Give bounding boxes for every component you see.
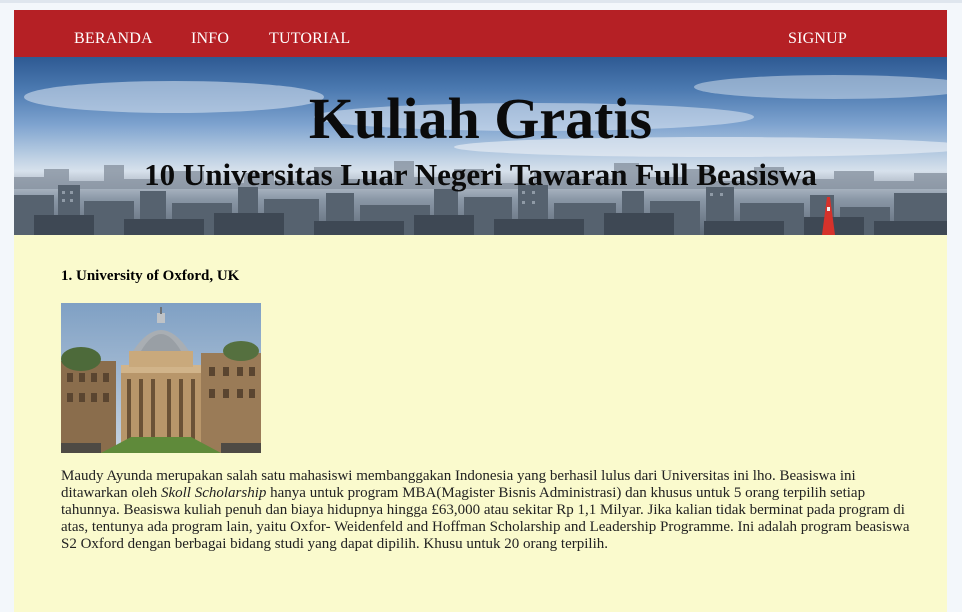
article-body: Maudy Ayunda merupakan salah satu mahasi…: [61, 468, 911, 553]
top-navbar: BERANDA INFO TUTORIAL SIGNUP: [14, 10, 947, 57]
article-section: 1. University of Oxford, UK Maudy Ayunda…: [61, 268, 911, 552]
hero-title: Kuliah Gratis: [308, 86, 653, 151]
hero-subtitle: 10 Universitas Luar Negeri Tawaran Full …: [144, 157, 817, 192]
nav-signup-link[interactable]: SIGNUP: [788, 10, 847, 57]
skoll-scholarship-text: Skoll Scholarship: [160, 485, 267, 501]
nav-tutorial-link[interactable]: TUTORIAL: [269, 10, 350, 57]
browser-top-edge: [0, 0, 962, 3]
hero-banner: Kuliah Gratis 10 Universitas Luar Negeri…: [14, 57, 947, 235]
nav-beranda-link[interactable]: BERANDA: [74, 10, 153, 57]
oxford-radcliffe-camera-photo: [61, 303, 261, 453]
article-heading: 1. University of Oxford, UK: [61, 268, 240, 284]
nav-info-link[interactable]: INFO: [191, 10, 229, 57]
page-container: BERANDA INFO TUTORIAL SIGNUP Kuliah Grat…: [14, 10, 947, 612]
